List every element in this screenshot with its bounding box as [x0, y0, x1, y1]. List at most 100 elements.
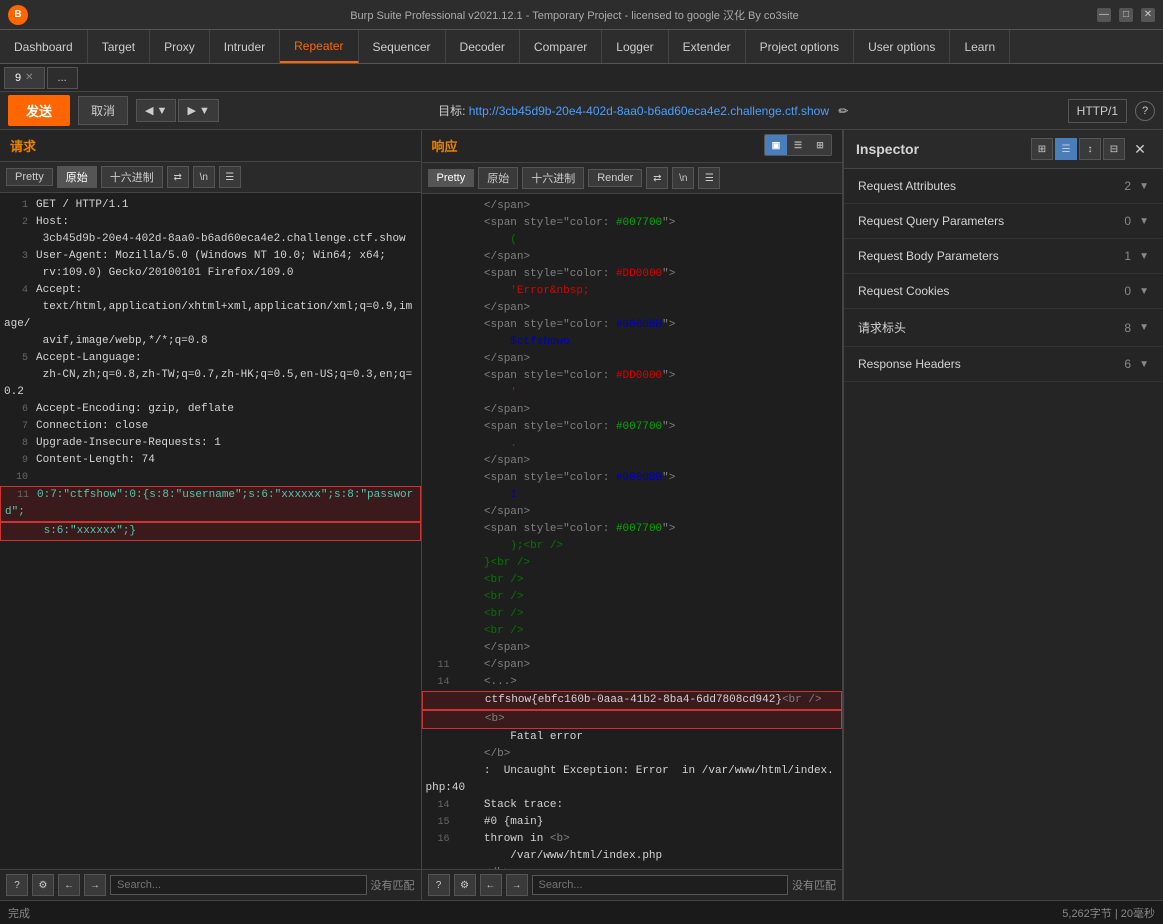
tab-target[interactable]: Target — [88, 30, 150, 63]
req-line-5a: zh-CN,zh;q=0.8,zh-TW;q=0.7,zh-HK;q=0.5,e… — [0, 367, 421, 401]
req-line-3a: rv:109.0) Gecko/20100101 Firefox/109.0 — [0, 265, 421, 282]
tab-proxy[interactable]: Proxy — [150, 30, 210, 63]
split-view-btn[interactable]: ▣ — [765, 135, 787, 155]
section-label: Request Query Parameters — [858, 214, 1124, 228]
response-search-input[interactable] — [532, 875, 789, 895]
tab-repeater[interactable]: Repeater — [280, 30, 358, 63]
req-line-10: 10 — [0, 469, 421, 486]
inspector-section-body-params[interactable]: Request Body Parameters 1 ▼ — [844, 239, 1163, 274]
resp-line-4: </span> — [422, 249, 843, 266]
inspector-title: Inspector — [856, 141, 1031, 157]
close-button[interactable]: ✕ — [1141, 8, 1155, 22]
http-version[interactable]: HTTP/1 — [1068, 99, 1127, 123]
request-nl-btn[interactable]: \n — [193, 166, 215, 188]
repeater-tab-9[interactable]: 9 ✕ — [4, 67, 45, 89]
send-button[interactable]: 发送 — [8, 95, 70, 126]
resp-line-20: <span style="color: #007700"> — [422, 521, 843, 538]
chevron-down-icon: ▼ — [1139, 322, 1149, 333]
req-line-9: 9Content-Length: 74 — [0, 452, 421, 469]
tab-comparer[interactable]: Comparer — [520, 30, 602, 63]
tab-sequencer[interactable]: Sequencer — [359, 30, 446, 63]
maximize-button[interactable]: □ — [1119, 8, 1133, 22]
resp-line-stack: 14 Stack trace: — [422, 797, 843, 814]
minimize-button[interactable]: — — [1097, 8, 1111, 22]
response-bottom: ? ⚙ ← → 没有匹配 — [422, 869, 843, 900]
tab-intruder[interactable]: Intruder — [210, 30, 280, 63]
resp-line-1: </span> — [422, 198, 843, 215]
inspector-close-button[interactable]: ✕ — [1129, 138, 1151, 160]
tab-extender[interactable]: Extender — [669, 30, 746, 63]
resp-help-icon[interactable]: ? — [428, 874, 450, 896]
edit-icon[interactable]: ✏ — [838, 104, 848, 118]
help-button[interactable]: ? — [1135, 101, 1155, 121]
response-pretty-btn[interactable]: Pretty — [428, 169, 475, 187]
inspector-list-btn[interactable]: ☰ — [1055, 138, 1077, 160]
inspector-section-cookies[interactable]: Request Cookies 0 ▼ — [844, 274, 1163, 309]
resp-line-15: . — [422, 436, 843, 453]
inspector-section-request-attributes[interactable]: Request Attributes 2 ▼ — [844, 169, 1163, 204]
tab-learn[interactable]: Learn — [950, 30, 1010, 63]
resp-line-25: <br /> — [422, 606, 843, 623]
req-settings-icon[interactable]: ⚙ — [32, 874, 54, 896]
resp-line-thrown: 16 thrown in <b> — [422, 831, 843, 848]
inspector-grid-btn[interactable]: ⊞ — [1031, 138, 1053, 160]
request-pretty-btn[interactable]: Pretty — [6, 168, 53, 186]
tab-project-options[interactable]: Project options — [746, 30, 854, 63]
section-count: 1 — [1124, 249, 1131, 263]
list-view-btn[interactable]: ☰ — [787, 135, 809, 155]
next-button[interactable]: ▶ ▼ — [178, 99, 218, 122]
resp-line-6: 'Error&nbsp; — [422, 283, 843, 300]
inspector-section-response-headers[interactable]: Response Headers 6 ▼ — [844, 347, 1163, 382]
tab-logger[interactable]: Logger — [602, 30, 668, 63]
inspector-section-request-headers[interactable]: 请求标头 8 ▼ — [844, 309, 1163, 347]
response-menu-btn[interactable]: ☰ — [698, 167, 720, 189]
resp-line-19: </span> — [422, 504, 843, 521]
req-back-icon[interactable]: ← — [58, 874, 80, 896]
response-no-match: 没有匹配 — [792, 877, 836, 893]
inspector-filter-btn[interactable]: ⊟ — [1103, 138, 1125, 160]
resp-fwd-icon[interactable]: → — [506, 874, 528, 896]
inspector-sort-btn[interactable]: ↕ — [1079, 138, 1101, 160]
resp-line-18: 1 — [422, 487, 843, 504]
response-wrap-btn[interactable]: ⇄ — [646, 167, 668, 189]
inspector-section-query-params[interactable]: Request Query Parameters 0 ▼ — [844, 204, 1163, 239]
request-content: 1GET / HTTP/1.1 2Host: 3cb45d9b-20e4-402… — [0, 193, 421, 869]
response-render-btn[interactable]: Render — [588, 169, 642, 187]
repeater-tab-more[interactable]: ... — [47, 67, 78, 89]
status-right: 5,262字节 | 20毫秒 — [1062, 905, 1155, 921]
resp-line-21: );<br /> — [422, 538, 843, 555]
req-help-icon[interactable]: ? — [6, 874, 28, 896]
cancel-button[interactable]: 取消 — [78, 96, 128, 125]
tab-decoder[interactable]: Decoder — [446, 30, 520, 63]
prev-button[interactable]: ◀ ▼ — [136, 99, 176, 122]
tab-dashboard[interactable]: Dashboard — [0, 30, 88, 63]
resp-line-5: <span style="color: #DD0000"> — [422, 266, 843, 283]
response-view-toggle: ▣ ☰ ⊞ — [764, 134, 832, 156]
resp-line-28: 11 </span> — [422, 657, 843, 674]
main-layout: 请求 Pretty 原始 十六进制 ⇄ \n ☰ 1GET / HTTP/1.1… — [0, 130, 1163, 900]
request-menu-btn[interactable]: ☰ — [219, 166, 241, 188]
resp-settings-icon[interactable]: ⚙ — [454, 874, 476, 896]
section-count: 2 — [1124, 179, 1131, 193]
tab-user-options[interactable]: User options — [854, 30, 950, 63]
request-search-input[interactable] — [110, 875, 367, 895]
section-count: 0 — [1124, 214, 1131, 228]
grid-view-btn[interactable]: ⊞ — [809, 135, 831, 155]
chevron-down-icon: ▼ — [1139, 181, 1149, 192]
request-hex-btn[interactable]: 十六进制 — [101, 166, 163, 188]
titlebar-title: Burp Suite Professional v2021.12.1 - Tem… — [52, 7, 1097, 23]
response-hex-btn[interactable]: 十六进制 — [522, 167, 584, 189]
toolbar: 发送 取消 ◀ ▼ ▶ ▼ 目标: http://3cb45d9b-20e4-4… — [0, 92, 1163, 130]
response-raw-btn[interactable]: 原始 — [478, 167, 518, 189]
status-left: 完成 — [8, 905, 1062, 921]
request-wrap-btn[interactable]: ⇄ — [167, 166, 189, 188]
request-raw-btn[interactable]: 原始 — [57, 166, 97, 188]
resp-line-bold: <b> — [422, 710, 843, 729]
section-count: 0 — [1124, 284, 1131, 298]
req-fwd-icon[interactable]: → — [84, 874, 106, 896]
resp-line-23: <br /> — [422, 572, 843, 589]
resp-back-icon[interactable]: ← — [480, 874, 502, 896]
titlebar-controls[interactable]: — □ ✕ — [1097, 8, 1155, 22]
target-url[interactable]: http://3cb45d9b-20e4-402d-8aa0-b6ad60eca… — [469, 104, 829, 118]
response-nl-btn[interactable]: \n — [672, 167, 694, 189]
